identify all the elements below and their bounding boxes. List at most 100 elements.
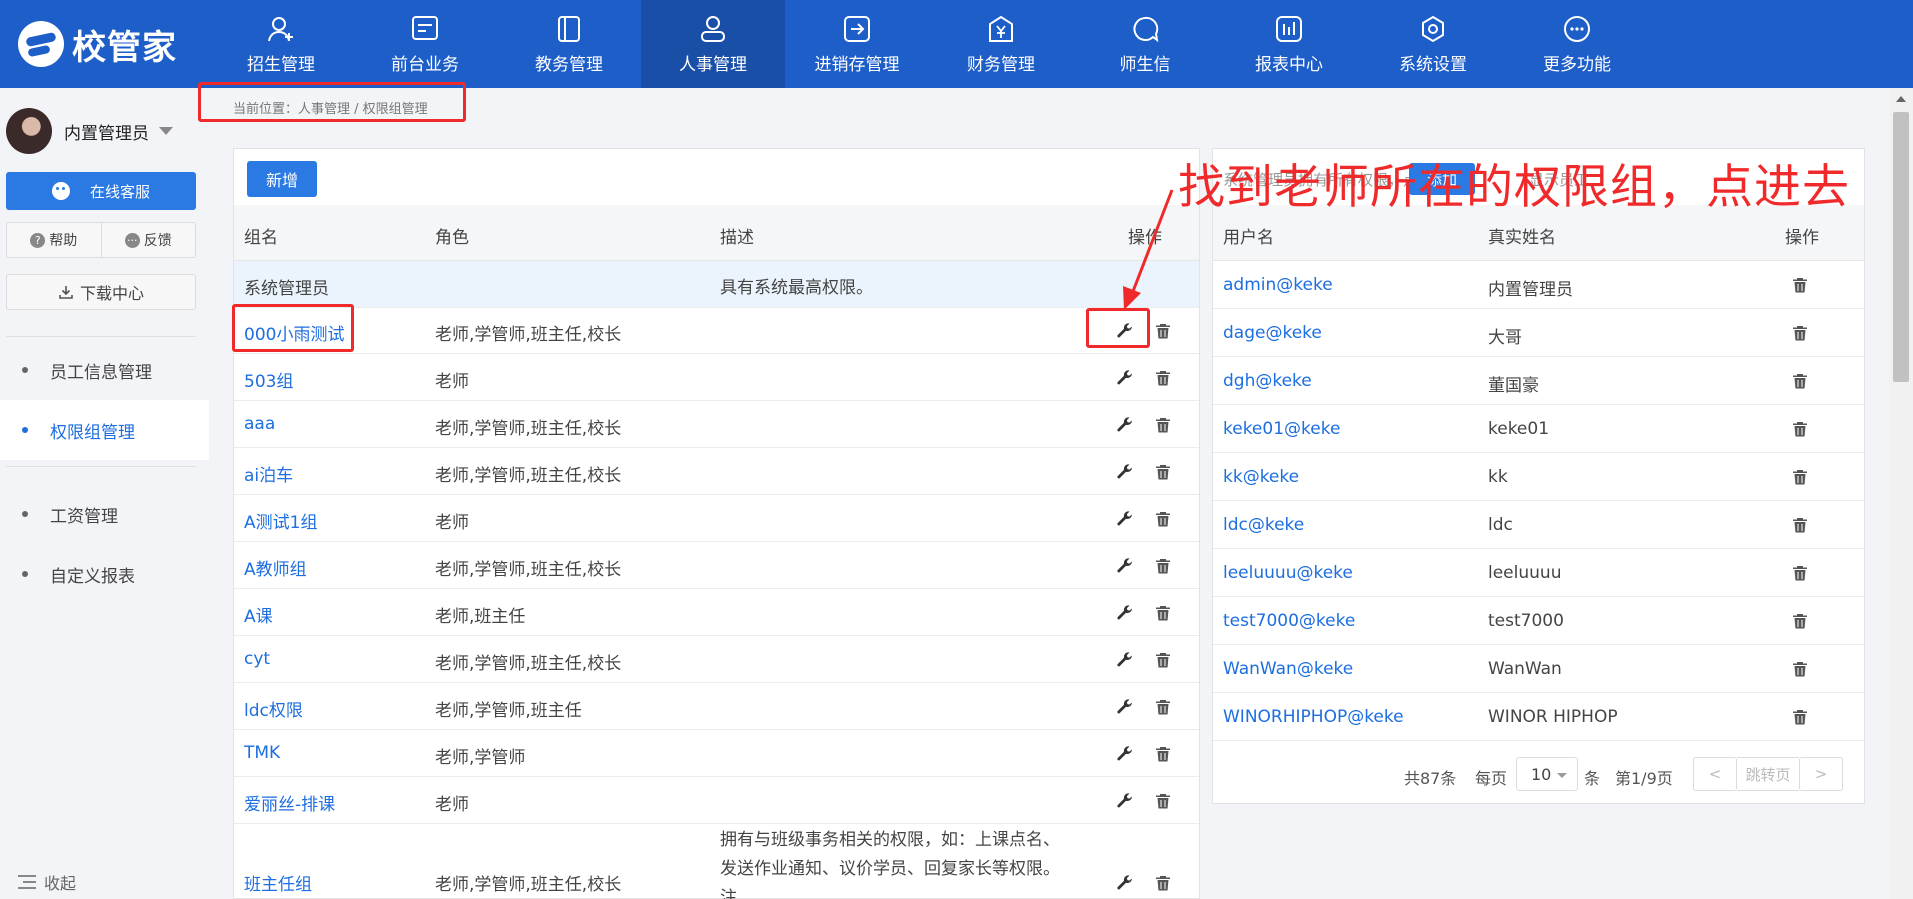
member-username[interactable]: WanWan@keke (1223, 659, 1353, 679)
nav-item-2[interactable]: 教务管理 (497, 0, 641, 88)
table-row[interactable]: ai泊车 老师,学管师,班主任,校长 (234, 448, 1199, 495)
help-button[interactable]: ? 帮助 (7, 223, 102, 257)
table-row[interactable]: TMK 老师,学管师 (234, 730, 1199, 777)
member-username[interactable]: keke01@keke (1223, 419, 1340, 439)
scrollbar-thumb[interactable] (1893, 112, 1909, 382)
collapse-sidebar-button[interactable]: 收起 (18, 870, 76, 894)
table-row[interactable]: kk@keke kk (1213, 453, 1864, 501)
trash-icon[interactable] (1791, 660, 1809, 678)
table-row[interactable]: keke01@keke keke01 (1213, 405, 1864, 453)
table-row[interactable]: dgh@keke 董国豪 (1213, 357, 1864, 405)
trash-icon[interactable] (1154, 651, 1172, 669)
group-name[interactable]: A教师组 (244, 555, 307, 580)
member-username[interactable]: dgh@keke (1223, 371, 1312, 391)
nav-item-5[interactable]: 财务管理 (929, 0, 1073, 88)
trash-icon[interactable] (1791, 324, 1809, 342)
nav-item-3[interactable]: 人事管理 (641, 0, 785, 88)
trash-icon[interactable] (1791, 372, 1809, 390)
trash-icon[interactable] (1154, 698, 1172, 716)
trash-icon[interactable] (1791, 516, 1809, 534)
group-name[interactable]: ai泊车 (244, 461, 293, 486)
wrench-icon[interactable] (1116, 416, 1134, 434)
table-row[interactable]: 000小雨测试 老师,学管师,班主任,校长 (234, 307, 1199, 354)
table-row[interactable]: A课 老师,班主任 (234, 589, 1199, 636)
sidebar-item-salary[interactable]: 工资管理 (0, 484, 209, 544)
trash-icon[interactable] (1791, 612, 1809, 630)
group-name[interactable]: 班主任组 (244, 870, 312, 895)
nav-item-6[interactable]: 师生信 (1073, 0, 1217, 88)
trash-icon[interactable] (1154, 416, 1172, 434)
trash-icon[interactable] (1154, 369, 1172, 387)
download-center-button[interactable]: 下载中心 (6, 274, 196, 310)
table-row[interactable]: 班主任组 老师,学管师,班主任,校长 拥有与班级事务相关的权限，如：上课点名、发送作… (234, 824, 1199, 899)
group-name[interactable]: 爱丽丝-排课 (244, 790, 335, 815)
page-scrollbar[interactable] (1889, 88, 1913, 899)
trash-icon[interactable] (1791, 420, 1809, 438)
scroll-up-icon[interactable] (1896, 96, 1906, 102)
group-name[interactable]: TMK (244, 743, 280, 763)
table-row[interactable]: test7000@keke test7000 (1213, 597, 1864, 645)
table-row[interactable]: 系统管理员 具有系统最高权限。 (234, 261, 1199, 308)
table-row[interactable]: WINORHIPHOP@keke WINOR HIPHOP (1213, 693, 1864, 741)
table-row[interactable]: leeluuuu@keke leeluuuu (1213, 549, 1864, 597)
wrench-icon[interactable] (1116, 369, 1134, 387)
table-row[interactable]: dage@keke 大哥 (1213, 309, 1864, 357)
table-row[interactable]: WanWan@keke WanWan (1213, 645, 1864, 693)
table-row[interactable]: A测试1组 老师 (234, 495, 1199, 542)
member-username[interactable]: WINORHIPHOP@keke (1223, 707, 1404, 727)
member-username[interactable]: leeluuuu@keke (1223, 563, 1353, 583)
trash-icon[interactable] (1154, 322, 1172, 340)
per-page-select[interactable]: 10 (1516, 757, 1578, 791)
wrench-icon[interactable] (1116, 745, 1134, 763)
wrench-icon[interactable] (1116, 651, 1134, 669)
trash-icon[interactable] (1154, 792, 1172, 810)
feedback-button[interactable]: ··· 反馈 (102, 223, 196, 257)
app-logo[interactable]: 校管家 (18, 20, 177, 68)
trash-icon[interactable] (1791, 564, 1809, 582)
table-row[interactable]: aaa 老师,学管师,班主任,校长 (234, 401, 1199, 448)
wrench-icon[interactable] (1116, 792, 1134, 810)
wrench-icon[interactable] (1116, 604, 1134, 622)
trash-icon[interactable] (1154, 557, 1172, 575)
table-row[interactable]: admin@keke 内置管理员 (1213, 261, 1864, 309)
trash-icon[interactable] (1154, 874, 1172, 892)
table-row[interactable]: 爱丽丝-排课 老师 (234, 777, 1199, 824)
trash-icon[interactable] (1791, 276, 1809, 294)
table-row[interactable]: A教师组 老师,学管师,班主任,校长 (234, 542, 1199, 589)
trash-icon[interactable] (1154, 463, 1172, 481)
group-name[interactable]: A测试1组 (244, 508, 317, 533)
nav-item-4[interactable]: 进销存管理 (785, 0, 929, 88)
member-username[interactable]: test7000@keke (1223, 611, 1355, 631)
group-name[interactable]: ldc权限 (244, 696, 303, 721)
group-name[interactable]: 503组 (244, 367, 293, 392)
member-username[interactable]: ldc@keke (1223, 515, 1304, 535)
jump-page-input[interactable]: 跳转页 (1737, 757, 1799, 791)
wrench-icon[interactable] (1116, 874, 1134, 892)
add-group-button[interactable]: 新增 (247, 161, 317, 197)
trash-icon[interactable] (1154, 745, 1172, 763)
nav-item-9[interactable]: 更多功能 (1505, 0, 1649, 88)
sidebar-item-permission-groups[interactable]: 权限组管理 (0, 400, 209, 460)
group-name[interactable]: cyt (244, 649, 270, 669)
trash-icon[interactable] (1791, 708, 1809, 726)
wrench-icon[interactable] (1116, 698, 1134, 716)
online-service-button[interactable]: 在线客服 (6, 172, 196, 210)
nav-item-8[interactable]: 系统设置 (1361, 0, 1505, 88)
table-row[interactable]: 503组 老师 (234, 354, 1199, 401)
next-page-button[interactable]: > (1799, 757, 1843, 791)
wrench-icon[interactable] (1116, 557, 1134, 575)
trash-icon[interactable] (1154, 510, 1172, 528)
user-menu[interactable]: 内置管理员 (6, 108, 173, 154)
sidebar-item-employee-info[interactable]: 员工信息管理 (0, 340, 209, 400)
prev-page-button[interactable]: < (1693, 757, 1737, 791)
table-row[interactable]: ldc权限 老师,学管师,班主任 (234, 683, 1199, 730)
nav-item-1[interactable]: 前台业务 (353, 0, 497, 88)
wrench-icon[interactable] (1116, 463, 1134, 481)
group-name[interactable]: A课 (244, 602, 273, 627)
member-username[interactable]: kk@keke (1223, 467, 1299, 487)
table-row[interactable]: cyt 老师,学管师,班主任,校长 (234, 636, 1199, 683)
table-row[interactable]: ldc@keke ldc (1213, 501, 1864, 549)
group-name[interactable]: aaa (244, 414, 275, 434)
member-username[interactable]: dage@keke (1223, 323, 1322, 343)
sidebar-item-custom-report[interactable]: 自定义报表 (0, 544, 209, 604)
